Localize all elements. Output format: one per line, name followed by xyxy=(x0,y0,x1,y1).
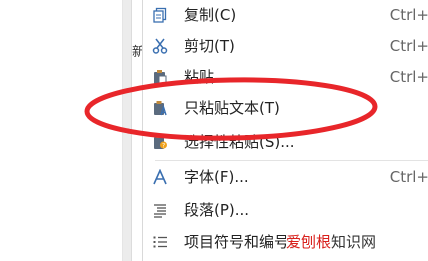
watermark-brand: 爱刨根 xyxy=(286,233,332,251)
document-visible-text: 新 xyxy=(132,45,146,60)
document-page[interactable] xyxy=(0,0,123,261)
paragraph-icon xyxy=(151,201,169,219)
bullets-numbering-icon xyxy=(151,233,169,251)
menu-item-shortcut: Ctrl+ xyxy=(389,37,428,55)
font-icon xyxy=(151,168,169,186)
watermark: 爱刨根知识网 xyxy=(286,228,377,256)
menu-item-paste-special[interactable]: ? 选择性粘贴(S)... xyxy=(143,127,428,157)
watermark-suffix: 知识网 xyxy=(331,233,377,251)
menu-item-label: 选择性粘贴(S)... xyxy=(184,133,295,151)
paste-special-icon: ? xyxy=(151,133,169,151)
menu-item-font[interactable]: 字体(F)... Ctrl+ xyxy=(143,162,428,192)
menu-divider xyxy=(155,160,428,161)
menu-item-paste[interactable]: 粘贴 Ctrl+ xyxy=(143,62,428,92)
menu-item-copy[interactable]: 复制(C) Ctrl+ xyxy=(143,0,428,30)
paste-text-only-icon xyxy=(151,99,169,117)
svg-text:?: ? xyxy=(162,143,165,150)
menu-item-shortcut: Ctrl+ xyxy=(389,68,428,86)
document-margin xyxy=(123,0,132,261)
document-area xyxy=(0,0,132,261)
paste-icon xyxy=(151,68,169,86)
menu-item-label: 剪切(T) xyxy=(184,37,235,55)
menu-item-label: 段落(P)... xyxy=(184,201,250,219)
menu-item-paragraph[interactable]: 段落(P)... xyxy=(143,195,428,225)
menu-item-label: 字体(F)... xyxy=(184,168,249,186)
menu-item-label: 项目符号和编号( xyxy=(184,233,295,251)
menu-item-cut[interactable]: 剪切(T) Ctrl+ xyxy=(143,31,428,61)
menu-item-label: 只粘贴文本(T) xyxy=(184,99,280,117)
menu-item-shortcut: Ctrl+ xyxy=(389,168,428,186)
menu-item-shortcut: Ctrl+ xyxy=(389,6,428,24)
menu-item-label: 粘贴 xyxy=(184,68,215,86)
menu-item-paste-text-only[interactable]: 只粘贴文本(T) xyxy=(143,93,428,123)
copy-icon xyxy=(151,6,169,24)
context-menu: 复制(C) Ctrl+ 剪切(T) Ctrl+ 粘贴 Ctrl+ 只粘贴文本(T… xyxy=(142,0,428,261)
menu-item-label: 复制(C) xyxy=(184,6,237,24)
scissors-icon xyxy=(151,37,169,55)
